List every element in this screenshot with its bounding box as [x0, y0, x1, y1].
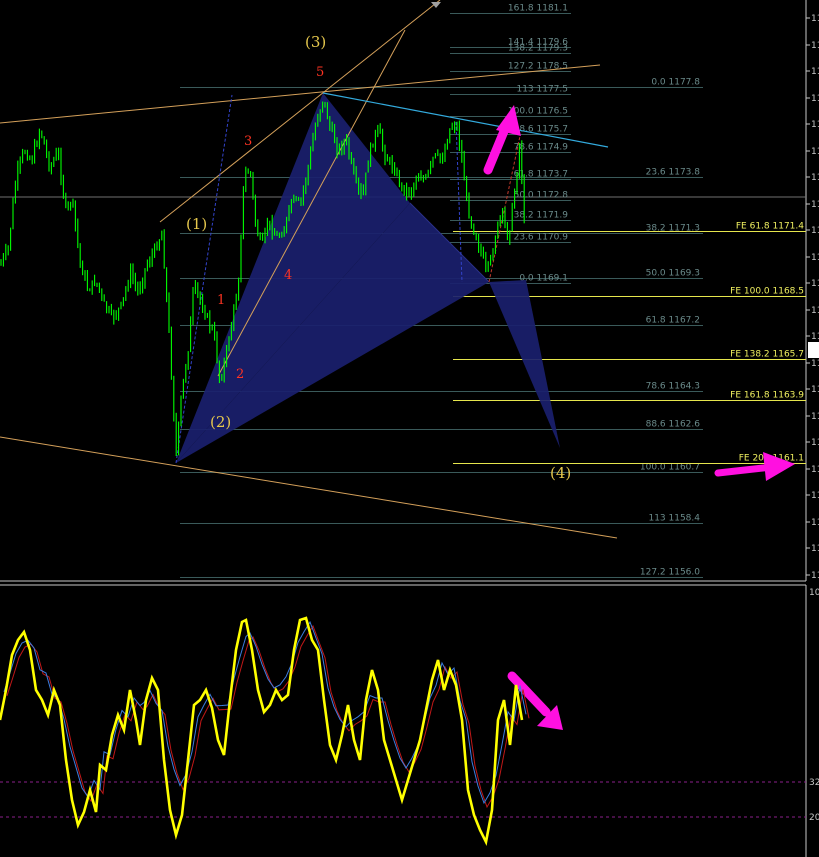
price-axis-highlight — [808, 342, 819, 358]
wave-label-minor-1: 1 — [217, 293, 225, 308]
fib-retracement-label: 161.8 1181.1 — [508, 4, 568, 14]
wave-label-major-1: (1) — [186, 215, 207, 233]
price-axis-label: 11 — [811, 253, 819, 263]
price-axis-label: 11 — [811, 41, 819, 51]
price-axis-label: 11 — [811, 200, 819, 210]
price-axis-label: 11 — [811, 438, 819, 448]
price-axis-label: 11 — [811, 518, 819, 528]
fib-main-label: 78.6 1164.3 — [646, 382, 700, 392]
fib-retracement-label: 138.2 1179.3 — [508, 44, 568, 54]
price-axis-label: 11 — [811, 544, 819, 554]
price-axis-label: 11 — [811, 226, 819, 236]
fib-retracement-label: 23.6 1170.9 — [514, 233, 569, 243]
fib-retracement-label: 50.0 1172.8 — [514, 191, 569, 201]
price-axis-label: 11 — [811, 147, 819, 157]
fib-expansion-label: FE 61.8 1171.4 — [736, 222, 804, 232]
fib-retracement-label: 88.6 1175.7 — [514, 125, 568, 135]
fib-main-label: 113 1158.4 — [648, 514, 700, 524]
price-axis-label: 11 — [811, 385, 819, 395]
price-axis-label: 11 — [811, 14, 819, 24]
fib-expansion-label: FE 161.8 1163.9 — [730, 391, 804, 401]
price-axis-label: 11 — [811, 491, 819, 501]
wave-label-minor-5: 5 — [316, 65, 324, 80]
fib-retracement-label: 38.2 1171.9 — [514, 211, 569, 221]
price-axis-label: 11 — [811, 279, 819, 289]
wave-label-major-2: (2) — [210, 413, 231, 431]
wave-label-minor-4: 4 — [284, 268, 292, 283]
trading-chart: 0.0 1177.823.6 1173.838.2 1171.350.0 116… — [0, 0, 819, 857]
wave-label-minor-2: 2 — [236, 367, 244, 382]
fib-retracement-label: 100.0 1176.5 — [508, 107, 568, 117]
fib-retracement-label: 113 1177.5 — [516, 85, 568, 95]
price-axis-label: 11 — [811, 359, 819, 369]
price-axis-label: 11 — [811, 412, 819, 422]
fib-expansion-label: FE 138.2 1165.7 — [730, 350, 804, 360]
fib-main-label: 23.6 1173.8 — [646, 168, 701, 178]
fib-expansion-label: FE 100.0 1168.5 — [730, 287, 804, 297]
fib-retracement-label: 127.2 1178.5 — [508, 62, 568, 72]
fib-main-label: 61.8 1167.2 — [646, 316, 700, 326]
fib-main-label: 88.6 1162.6 — [646, 420, 701, 430]
fib-retracement-label: 0.0 1169.1 — [519, 274, 568, 284]
price-axis-label: 11 — [811, 173, 819, 183]
osc-top-label: 10 — [809, 588, 819, 598]
osc-level-20-label: 20 — [809, 813, 819, 823]
price-axis-label: 11 — [811, 94, 819, 104]
fib-main-label: 127.2 1156.0 — [640, 568, 700, 578]
price-axis-label: 11 — [811, 571, 819, 581]
price-axis-label: 11 — [811, 465, 819, 475]
price-axis-label: 11 — [811, 306, 819, 316]
price-axis-label: 11 — [811, 332, 819, 342]
price-axis-label: 11 — [811, 67, 819, 77]
wave-label-major-4: (4) — [550, 464, 571, 482]
wave-label-major-3: (3) — [305, 33, 326, 51]
fib-main-label: 0.0 1177.8 — [651, 78, 700, 88]
wave-label-minor-3: 3 — [244, 134, 252, 149]
price-axis-label: 11 — [811, 120, 819, 130]
osc-level-32-label: 32 — [809, 778, 819, 788]
fib-main-label: 50.0 1169.3 — [646, 269, 700, 279]
